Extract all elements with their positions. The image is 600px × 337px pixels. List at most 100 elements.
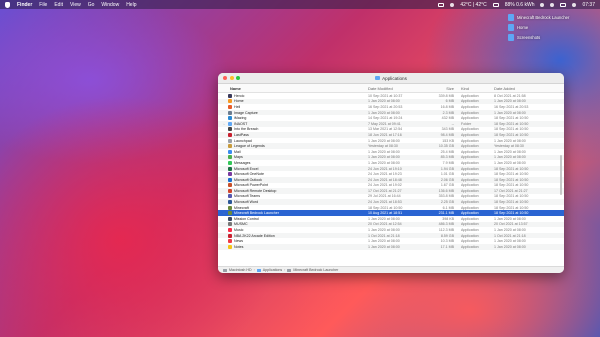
file-row[interactable]: Messages 1 Jan 2020 at 08:00 7.9 MB Applica… bbox=[218, 160, 564, 166]
battery-status[interactable]: 88% 0.6 kWh bbox=[505, 2, 535, 8]
vertical-scrollbar[interactable] bbox=[560, 155, 562, 195]
file-row[interactable]: Maps 1 Jan 2020 at 08:00 85.3 MB Applicatio… bbox=[218, 154, 564, 161]
file-row[interactable]: Mail 1 Jan 2020 at 08:00 25.4 MB Applicatio… bbox=[218, 149, 564, 155]
siri-icon[interactable] bbox=[572, 2, 577, 7]
file-size: 6.1 MB bbox=[442, 205, 454, 210]
file-row[interactable]: Microsoft OneNote 24 Jun 2021 at 19:23 1.0… bbox=[218, 171, 564, 177]
file-row[interactable]: League of Legends Yesterday at 08:30 10.35… bbox=[218, 143, 564, 149]
file-row[interactable]: Heroic 10 Sep 2021 at 10:37 339.8 MB Applic… bbox=[218, 93, 564, 99]
file-row[interactable]: Into the Breach 13 Mar 2021 at 12:54 343 M… bbox=[218, 127, 564, 133]
menu-edit[interactable]: Edit bbox=[54, 2, 63, 8]
file-date-modified: 7 May 2021 at 09:41 bbox=[368, 121, 401, 126]
file-row[interactable]: Music 1 Jan 2020 at 08:00 112.3 MB Applicat… bbox=[218, 227, 564, 233]
path-item[interactable]: Macintosh HD bbox=[229, 268, 252, 272]
file-name: News bbox=[234, 239, 243, 244]
file-row[interactable]: LastPass 18 Jun 2021 at 17:16 98.4 MB Appli… bbox=[218, 132, 564, 138]
path-bar: Macintosh HD › Applications › Minecraft … bbox=[218, 266, 564, 273]
file-name-cell: › INAOST bbox=[218, 121, 368, 126]
file-row[interactable]: Microsoft Outlook 24 Jun 2021 at 18:48 2.0… bbox=[218, 176, 564, 183]
file-name-cell: Microsoft Outlook bbox=[218, 177, 368, 182]
menu-view[interactable]: View bbox=[70, 2, 81, 8]
file-row[interactable]: Launchpad 1 Jan 2020 at 08:00 153 KB Applic… bbox=[218, 138, 564, 144]
file-row[interactable]: › INAOST 7 May 2021 at 09:41 -- Folder 18 Sep… bbox=[218, 120, 564, 127]
file-date-added: 18 Sep 2021 at 10:50 bbox=[494, 116, 529, 121]
menu-help[interactable]: Help bbox=[126, 2, 136, 8]
search-icon[interactable] bbox=[550, 2, 555, 7]
column-kind[interactable]: Kind bbox=[458, 86, 494, 91]
disclosure-triangle-icon[interactable]: › bbox=[222, 211, 226, 215]
temperature-status[interactable]: 42°C | 42°C bbox=[460, 2, 486, 8]
file-row[interactable]: MUSMC 20 Oct 2021 at 12:54 486.3 MB Applica… bbox=[218, 221, 564, 228]
column-size[interactable]: Size bbox=[426, 86, 458, 91]
file-date-modified: 1 Jan 2020 at 08:00 bbox=[368, 138, 400, 143]
file-row[interactable]: Microsoft Excel 24 Jun 2021 at 19:10 1.94 … bbox=[218, 165, 564, 172]
file-row[interactable]: Notes 1 Jan 2020 at 08:00 17.1 MB Applicati… bbox=[218, 244, 564, 250]
file-date-modified: 20 Oct 2021 at 12:54 bbox=[368, 222, 402, 227]
desktop-item[interactable]: Screenshots bbox=[508, 32, 596, 42]
file-kind: Application bbox=[461, 149, 479, 154]
file-date-modified: 1 Jan 2020 at 08:00 bbox=[368, 149, 400, 154]
disclosure-triangle-icon[interactable]: › bbox=[222, 122, 226, 126]
display-icon[interactable] bbox=[492, 2, 499, 7]
path-separator: › bbox=[284, 268, 286, 272]
file-date-added: 18 Sep 2021 at 10:50 bbox=[494, 172, 529, 177]
file-row[interactable]: Hell 16 Sep 2021 at 20:53 16.8 MB Applicati… bbox=[218, 104, 564, 110]
path-item[interactable]: Applications bbox=[263, 268, 282, 272]
file-name-cell: Microsoft Remote Desktop bbox=[218, 188, 368, 193]
file-row[interactable]: NBA 2K22 Arcade Edition 1 Oct 2021 at 21:… bbox=[218, 232, 564, 239]
file-row[interactable]: Microsoft Remote Desktop 17 Oct 2021 at 2… bbox=[218, 188, 564, 194]
file-row[interactable]: News 1 Jan 2020 at 08:00 10.3 MB Applicatio… bbox=[218, 238, 564, 244]
control-center-icon[interactable] bbox=[560, 2, 567, 7]
app-icon bbox=[228, 166, 232, 171]
file-row[interactable]: Microsoft Word 24 Jun 2021 at 18:53 2.25 G… bbox=[218, 199, 564, 205]
dropbox-icon[interactable] bbox=[438, 2, 445, 7]
menu-window[interactable]: Window bbox=[101, 2, 119, 8]
file-size: 98.4 MB bbox=[440, 132, 454, 137]
file-name-cell: Minecraft bbox=[218, 205, 368, 210]
file-kind: Application bbox=[461, 239, 479, 244]
column-date-added[interactable]: Date Added bbox=[494, 86, 552, 91]
app-icon bbox=[228, 155, 232, 160]
desktop-item-label: Screenshots bbox=[517, 34, 541, 40]
file-kind: Application bbox=[461, 110, 479, 115]
folder-icon bbox=[508, 33, 514, 41]
file-name-cell: Home bbox=[218, 99, 368, 104]
menu-file[interactable]: File bbox=[39, 2, 47, 8]
menu-go[interactable]: Go bbox=[88, 2, 95, 8]
menu-app-finder[interactable]: Finder bbox=[17, 2, 32, 8]
file-row[interactable]: Minecraft 18 Sep 2021 at 10:50 6.1 MB Appli… bbox=[218, 205, 564, 211]
file-name: NBA 2K22 Arcade Edition bbox=[234, 233, 275, 238]
app-icon bbox=[228, 99, 232, 104]
column-name[interactable]: Name bbox=[218, 86, 368, 91]
file-kind: Application bbox=[461, 211, 479, 216]
app-icon bbox=[228, 233, 232, 238]
file-row[interactable]: › Minecraft Bedrock Launcher 10 Aug 2021 a… bbox=[218, 210, 564, 217]
file-name: Microsoft Remote Desktop bbox=[234, 188, 277, 193]
file-name-cell: Notes bbox=[218, 244, 368, 249]
file-name-cell: Heroic bbox=[218, 93, 368, 98]
file-row[interactable]: Microsoft PowerPoint 24 Jun 2021 at 19:02… bbox=[218, 183, 564, 189]
file-row[interactable]: Microsoft Teams 29 Jul 2021 at 16:44 353.8… bbox=[218, 194, 564, 200]
file-name-cell: Microsoft Excel bbox=[218, 166, 368, 171]
file-size: 17.1 MB bbox=[440, 244, 454, 249]
wifi-icon[interactable] bbox=[540, 2, 545, 7]
desktop-item[interactable]: Minecraft Bedrock Launcher bbox=[508, 12, 596, 22]
clock[interactable]: 07:37 bbox=[582, 2, 595, 8]
file-date-added: 18 Sep 2021 at 10:50 bbox=[494, 205, 529, 210]
file-name: Heroic bbox=[234, 93, 245, 98]
apple-icon[interactable] bbox=[5, 1, 10, 8]
file-row[interactable]: iMazing 14 Sep 2021 at 19:24 432 MB Applica… bbox=[218, 115, 564, 121]
file-date-added: 1 Jan 2020 at 08:00 bbox=[494, 110, 526, 115]
file-name: MUSMC bbox=[234, 222, 248, 227]
file-row[interactable]: Home 1 Jan 2020 at 08:00 6 MB Application 1 … bbox=[218, 98, 564, 105]
path-item[interactable]: Minecraft Bedrock Launcher bbox=[293, 268, 338, 272]
desktop-item[interactable]: Home bbox=[508, 22, 596, 32]
file-date-modified: 18 Jun 2021 at 17:16 bbox=[368, 132, 402, 137]
window-titlebar[interactable]: Applications bbox=[218, 73, 564, 84]
column-date-modified[interactable]: Date Modified bbox=[368, 86, 426, 91]
file-row[interactable]: Image Capture 1 Jan 2020 at 08:00 2.3 MB Ap… bbox=[218, 109, 564, 116]
app-icon bbox=[228, 144, 232, 149]
status-icon[interactable] bbox=[450, 2, 455, 7]
file-date-modified: 1 Jan 2020 at 08:00 bbox=[368, 110, 400, 115]
file-row[interactable]: Mission Control 1 Jan 2020 at 08:00 398 KB… bbox=[218, 216, 564, 222]
